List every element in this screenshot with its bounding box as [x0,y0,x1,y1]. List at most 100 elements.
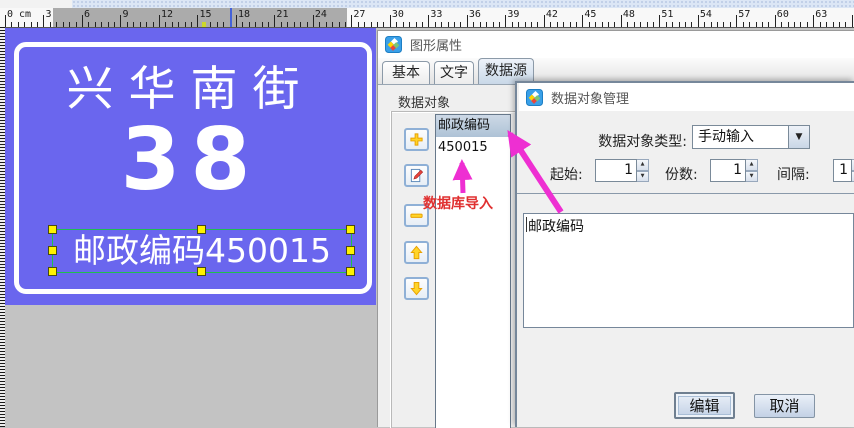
ruler-tick [18,22,19,27]
app-logo-icon [385,36,402,53]
list-item[interactable]: 450015 [436,137,510,159]
ruler-unit-label: 0 cm [7,9,31,20]
handle-n[interactable] [197,225,206,234]
ruler-number: 36 [469,9,481,20]
ruler-tick [294,22,295,27]
ruler-tick [351,15,352,27]
ruler-number: 60 [777,9,789,20]
postcode-text[interactable]: 邮政编码450015 [53,230,351,272]
handle-ne[interactable] [346,225,355,234]
manager-dialog-title: 数据对象管理 [551,88,629,107]
ruler-tick [531,22,532,27]
move-up-button[interactable] [404,241,429,264]
ruler-tick [582,15,583,27]
textarea-value: 邮政编码 [528,219,584,235]
ruler-tick [178,22,179,27]
ruler-tick [570,22,571,27]
ruler-tick [800,22,801,27]
ruler-tick [403,22,404,27]
plus-icon [409,132,424,147]
handle-se[interactable] [346,267,355,276]
ruler-tick [493,22,494,27]
ruler-tick [448,22,449,27]
ruler-tick [24,22,25,27]
copies-value[interactable]: 1 [710,159,746,182]
ruler-tick [396,22,397,27]
add-data-button[interactable] [404,128,429,151]
ruler-tick [743,22,744,27]
ruler-tick [467,15,468,27]
data-object-manager-dialog: 数据对象管理 数据对象类型: 手动输入 ▼ 起始: 1 ▲▼ 份数: 1 ▲▼ … [515,81,854,427]
ruler-tick [56,22,57,27]
ruler-tick [486,22,487,27]
ruler-tick [672,22,673,27]
handle-sw[interactable] [48,267,57,276]
ruler-number: 27 [353,9,365,20]
copies-label: 份数: [665,164,698,184]
ruler-number: 3 [45,9,51,20]
ruler-tick [88,22,89,27]
interval-value[interactable]: 1 [833,159,852,182]
ruler-tick [165,22,166,27]
selection-box[interactable]: 邮政编码450015 [52,229,352,273]
copies-spinner[interactable]: 1 ▲▼ [710,159,758,182]
ruler-tick [833,22,834,27]
ruler-tick [640,22,641,27]
list-item[interactable]: 邮政编码 [436,115,510,137]
ruler-tick [300,22,301,27]
combobox-value: 手动输入 [693,126,788,148]
spin-down-icon[interactable]: ▼ [746,171,758,183]
tab-basic[interactable]: 基本 [382,61,430,84]
tab-text[interactable]: 文字 [434,61,474,84]
spin-down-icon[interactable]: ▼ [637,171,649,183]
ruler-tick [11,22,12,27]
ruler-tick [390,15,391,27]
manager-dialog-titlebar: 数据对象管理 [519,83,854,111]
ruler-tick [505,15,506,27]
ruler-tick [377,22,378,27]
chevron-down-icon: ▼ [796,132,803,142]
data-content-textarea[interactable]: 邮政编码 [523,213,854,328]
ruler-tick [262,22,263,27]
ruler-tick [428,15,429,27]
ruler-tick [210,22,211,27]
edit-button[interactable]: 编辑 [674,392,735,419]
properties-dialog-titlebar: 图形属性 [378,31,854,58]
cancel-button[interactable]: 取消 [754,394,815,418]
ruler-tick [659,15,660,27]
handle-w[interactable] [48,246,57,255]
edit-data-button[interactable] [404,164,429,187]
handle-s[interactable] [197,267,206,276]
ruler-tick [319,22,320,27]
window-background-strip [0,0,854,8]
ruler-tick [441,22,442,27]
type-combobox[interactable]: 手动输入 ▼ [692,125,810,149]
street-number-text[interactable]: 38 [5,110,376,210]
group-title: 数据对象 [395,92,453,111]
ruler-tick [255,22,256,27]
ruler-tick [723,22,724,27]
ruler-tick [146,22,147,27]
data-object-list[interactable]: 邮政编码 450015 [435,114,511,428]
combobox-dropdown-button[interactable]: ▼ [788,126,809,148]
ruler-tick [839,22,840,27]
ruler-tick [595,22,596,27]
ruler-tick [518,22,519,27]
move-down-button[interactable] [404,277,429,300]
ruler-tick [525,22,526,27]
ruler-number: 57 [738,9,750,20]
handle-nw[interactable] [48,225,57,234]
spin-up-icon[interactable]: ▲ [746,159,758,171]
start-spinner[interactable]: 1 ▲▼ [595,159,649,182]
handle-e[interactable] [346,246,355,255]
street-name-text[interactable]: 兴华南街 [5,50,376,119]
groupbox-border [391,111,392,428]
ruler-tick [460,22,461,27]
spin-up-icon[interactable]: ▲ [637,159,649,171]
ruler-tick [704,22,705,27]
ruler-tick [691,22,692,27]
ruler-tick [537,22,538,27]
start-value[interactable]: 1 [595,159,637,182]
interval-spinner[interactable]: 1 ▲▼ [833,159,854,182]
ruler-tick [313,15,314,27]
